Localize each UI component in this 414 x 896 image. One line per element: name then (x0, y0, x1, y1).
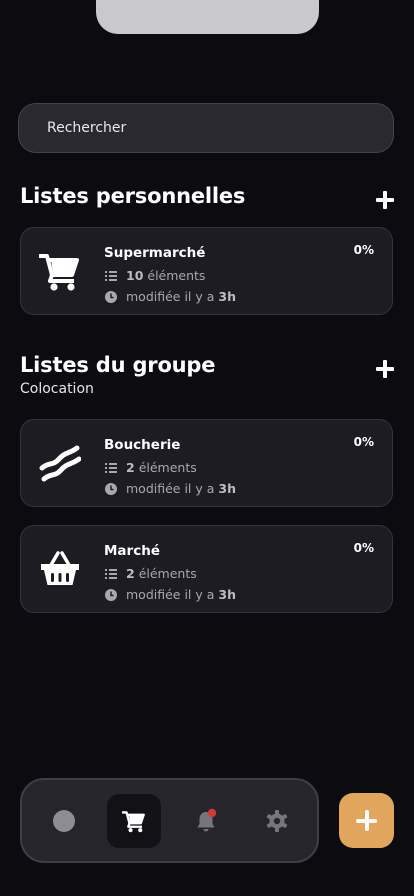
add-list-button[interactable] (339, 793, 394, 848)
shopping-cart-icon (39, 254, 79, 291)
list-modified: modifiée il y a 3h (104, 587, 236, 602)
modified-prefix: modifiée il y a (126, 587, 215, 602)
list-name: Supermarché (104, 245, 206, 261)
list-item-count: 2 éléments (104, 460, 197, 475)
personal-lists-title: Listes personnelles (20, 184, 246, 208)
item-count-label: éléments (138, 566, 197, 581)
item-count-value: 2 (126, 566, 135, 581)
modified-value: 3h (218, 289, 237, 304)
tab-settings[interactable] (250, 794, 304, 848)
group-name: Colocation (20, 381, 94, 397)
list-name: Marché (104, 543, 160, 559)
bell-icon (197, 808, 217, 832)
list-progress: 0% (353, 541, 374, 555)
notification-badge (207, 808, 217, 818)
list-modified: modifiée il y a 3h (104, 289, 236, 304)
list-item-count: 10 éléments (104, 268, 205, 283)
list-icon (105, 270, 117, 281)
clock-icon (105, 290, 117, 303)
list-progress: 0% (353, 243, 374, 257)
clock-icon (105, 482, 117, 495)
list-card-supermarche[interactable]: Supermarché 0% 10 éléments modifiée il y… (20, 227, 393, 315)
list-modified: modifiée il y a 3h (104, 481, 236, 496)
modified-value: 3h (218, 481, 237, 496)
avatar-icon (53, 810, 75, 832)
tab-lists[interactable] (107, 794, 161, 848)
list-card-boucherie[interactable]: Boucherie 0% 2 éléments modifiée il y a … (20, 419, 393, 507)
item-count-label: éléments (147, 268, 206, 283)
list-progress: 0% (353, 435, 374, 449)
modified-prefix: modifiée il y a (126, 481, 215, 496)
group-lists-title: Listes du groupe (20, 353, 216, 377)
tab-notifications[interactable] (179, 794, 233, 848)
search-field[interactable] (18, 103, 394, 153)
list-item-count: 2 éléments (104, 566, 197, 581)
list-icon (105, 568, 117, 579)
search-input[interactable] (47, 120, 367, 136)
bacon-icon (39, 445, 81, 482)
item-count-label: éléments (138, 460, 197, 475)
tab-profile[interactable] (37, 794, 91, 848)
list-card-marche[interactable]: Marché 0% 2 éléments modifiée il y a 3h (20, 525, 393, 613)
list-name: Boucherie (104, 437, 181, 453)
modified-value: 3h (218, 587, 237, 602)
clock-icon (105, 588, 117, 601)
gear-icon (266, 810, 288, 832)
item-count-value: 2 (126, 460, 135, 475)
shopping-cart-icon (122, 811, 145, 833)
camera-notch (96, 0, 319, 34)
list-icon (105, 462, 117, 473)
basket-icon (41, 551, 79, 585)
item-count-value: 10 (126, 268, 144, 283)
add-group-list-button[interactable] (376, 360, 394, 378)
modified-prefix: modifiée il y a (126, 289, 215, 304)
add-personal-list-button[interactable] (376, 191, 394, 209)
bottom-tab-bar (20, 778, 319, 863)
